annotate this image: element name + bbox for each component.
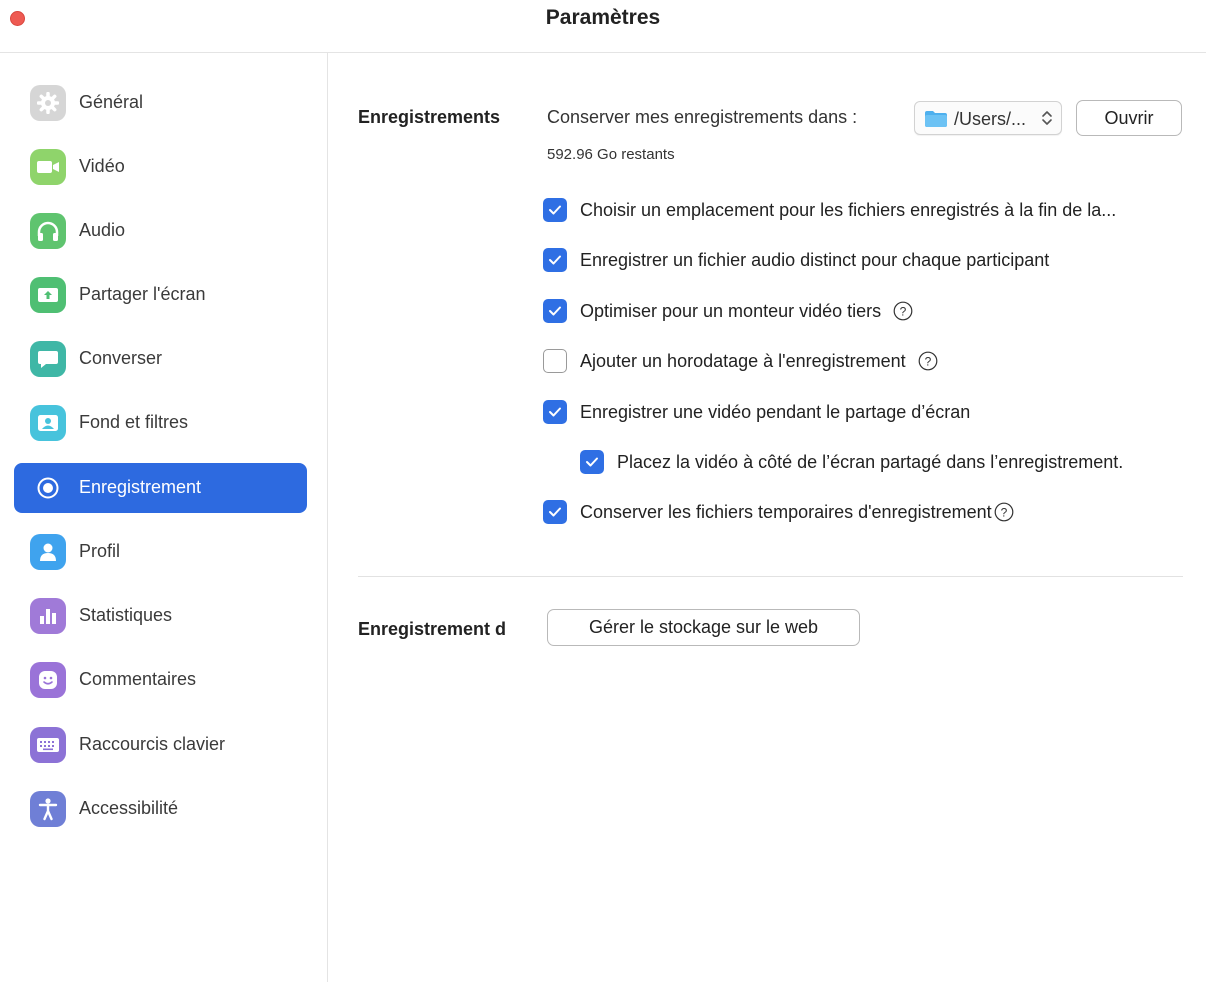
background-person-icon (30, 405, 66, 441)
cloud-recording-section-label: Enregistrement d (358, 619, 507, 639)
manage-web-storage-button[interactable]: Gérer le stockage sur le web (547, 609, 860, 646)
checkbox-checked[interactable] (543, 198, 567, 222)
recording-folder-value: /Users/... (954, 109, 1027, 129)
sidebar-item-label: Fond et filtres (79, 412, 189, 432)
checkbox-checked[interactable] (543, 400, 567, 424)
recording-settings-panel: Enregistrements Conserver mes enregistre… (328, 53, 1206, 982)
settings-sidebar: Général Vidéo Audio Partager l'écran Con… (0, 53, 328, 982)
sidebar-item-label: Partager l'écran (79, 284, 206, 304)
sidebar-item-label: Général (79, 92, 144, 112)
checkbox-checked[interactable] (580, 450, 604, 474)
sidebar-item-label: Profil (79, 541, 121, 561)
option-place-video-next-to-share[interactable]: Placez la vidéo à côté de l’écran partag… (580, 448, 1123, 476)
chat-bubble-icon (30, 341, 66, 377)
gear-icon (30, 85, 66, 121)
sidebar-item-label: Statistiques (79, 605, 173, 625)
sidebar-item-label: Converser (79, 348, 163, 368)
checkbox-unchecked[interactable] (543, 349, 567, 373)
sidebar-item-recording[interactable]: Enregistrement (14, 463, 307, 513)
free-space-text: 592.96 Go restants (547, 146, 675, 163)
recording-location-label: Conserver mes enregistrements dans : (547, 107, 858, 127)
sidebar-item-label: Vidéo (79, 156, 125, 176)
sidebar-item-statistics[interactable]: Statistiques (14, 591, 307, 641)
bar-chart-icon (30, 598, 66, 634)
settings-window: Paramètres Général Vidéo Audio Partager … (0, 0, 1206, 982)
title-bar: Paramètres (0, 0, 1206, 53)
option-label: Enregistrer un fichier audio distinct po… (580, 249, 1050, 270)
smiley-icon (30, 662, 66, 698)
option-separate-audio[interactable]: Enregistrer un fichier audio distinct po… (543, 246, 1049, 274)
option-record-video-while-sharing[interactable]: Enregistrer une vidéo pendant le partage… (543, 398, 970, 426)
person-icon (30, 534, 66, 570)
option-label: Optimiser pour un monteur vidéo tiers (580, 300, 882, 321)
sidebar-item-audio[interactable]: Audio (14, 206, 307, 256)
sidebar-item-label: Enregistrement (79, 477, 202, 497)
checkbox-checked[interactable] (543, 248, 567, 272)
option-label: Ajouter un horodatage à l'enregistrement (580, 350, 906, 371)
headphones-icon (30, 213, 66, 249)
option-label: Conserver les fichiers temporaires d'enr… (580, 501, 992, 522)
local-recording-section-label: Enregistrements (358, 107, 501, 127)
record-icon (30, 470, 66, 506)
sidebar-item-keyboard-shortcuts[interactable]: Raccourcis clavier (14, 720, 307, 770)
sidebar-item-label: Commentaires (79, 669, 197, 689)
option-label: Placez la vidéo à côté de l’écran partag… (617, 451, 1124, 472)
open-folder-button[interactable]: Ouvrir (1076, 100, 1182, 136)
sidebar-item-profile[interactable]: Profil (14, 527, 307, 577)
option-choose-location[interactable]: Choisir un emplacement pour les fichiers… (543, 196, 1116, 224)
svg-text:?: ? (924, 354, 931, 368)
accessibility-icon (30, 791, 66, 827)
option-keep-temp-files[interactable]: Conserver les fichiers temporaires d'enr… (543, 498, 1014, 526)
window-title: Paramètres (545, 6, 661, 29)
sidebar-item-share-screen[interactable]: Partager l'écran (14, 270, 307, 320)
sidebar-item-label: Raccourcis clavier (79, 734, 226, 754)
svg-text:?: ? (1000, 505, 1007, 519)
option-add-timestamp[interactable]: Ajouter un horodatage à l'enregistrement… (543, 347, 938, 375)
sidebar-item-background[interactable]: Fond et filtres (14, 398, 307, 448)
sidebar-item-chat[interactable]: Converser (14, 334, 307, 384)
sidebar-item-video[interactable]: Vidéo (14, 142, 307, 192)
sidebar-item-general[interactable]: Général (14, 78, 307, 128)
sidebar-item-accessibility[interactable]: Accessibilité (14, 784, 307, 834)
section-divider (358, 576, 1183, 577)
help-icon[interactable]: ? (918, 351, 938, 371)
share-screen-icon (30, 277, 66, 313)
checkbox-checked[interactable] (543, 500, 567, 524)
folder-icon (924, 110, 948, 133)
keyboard-icon (30, 727, 66, 763)
sidebar-item-label: Audio (79, 220, 126, 240)
video-camera-icon (30, 149, 66, 185)
sidebar-item-label: Accessibilité (79, 798, 179, 818)
checkbox-checked[interactable] (543, 299, 567, 323)
svg-text:?: ? (900, 304, 907, 318)
sidebar-item-feedback[interactable]: Commentaires (14, 655, 307, 705)
option-third-party-editor[interactable]: Optimiser pour un monteur vidéo tiers ? (543, 297, 913, 325)
help-icon[interactable]: ? (994, 502, 1014, 522)
chevron-up-down-icon (1041, 108, 1053, 133)
help-icon[interactable]: ? (893, 301, 913, 321)
option-label: Enregistrer une vidéo pendant le partage… (580, 401, 971, 422)
recording-folder-select[interactable]: /Users/... (914, 101, 1062, 135)
option-label: Choisir un emplacement pour les fichiers… (580, 199, 1117, 220)
